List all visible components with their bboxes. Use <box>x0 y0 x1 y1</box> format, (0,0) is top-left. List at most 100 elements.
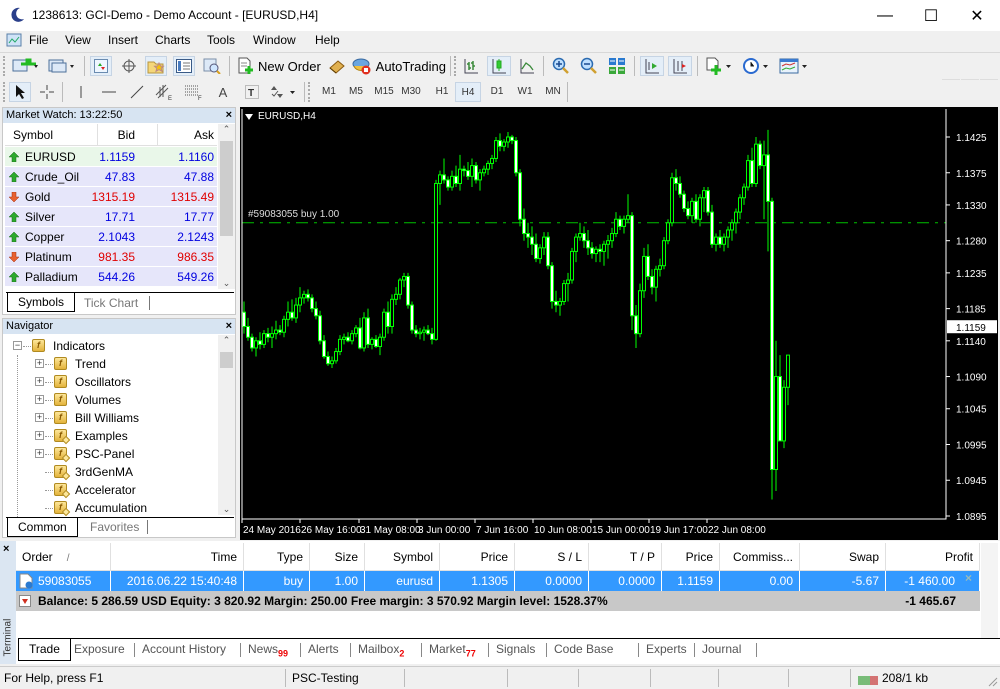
timeframe-h1[interactable]: H1 <box>429 82 455 102</box>
menu-view[interactable]: View <box>65 33 91 47</box>
vertical-line-tool[interactable] <box>70 82 92 102</box>
expand-icon[interactable]: + <box>35 395 44 404</box>
market-watch-row[interactable]: EURUSD 1.1159 1.1160 <box>5 147 217 167</box>
scrollbar-thumb[interactable] <box>220 141 233 236</box>
toolbar-grip[interactable] <box>3 56 6 76</box>
minimize-button[interactable]: — <box>862 0 908 31</box>
timeframe-m5[interactable]: M5 <box>343 82 369 102</box>
terminal-tab-mailbox[interactable]: Mailbox2 <box>354 639 404 659</box>
status-profile[interactable]: PSC-Testing <box>292 671 359 685</box>
chart-menu-triangle-icon[interactable] <box>245 113 253 120</box>
text-tool[interactable]: A <box>212 82 234 102</box>
text-label-tool[interactable]: T <box>241 82 263 102</box>
column-header-price[interactable]: Price <box>440 543 515 571</box>
column-header-time[interactable]: Time <box>111 543 244 571</box>
menu-help[interactable]: Help <box>315 33 340 47</box>
autoscroll-button[interactable] <box>640 56 664 76</box>
tab-favorites[interactable]: Favorites <box>90 520 139 534</box>
terminal-tab-account-history[interactable]: Account History <box>138 639 226 659</box>
terminal-tab-signals[interactable]: Signals <box>492 639 535 659</box>
column-header-profit[interactable]: Profit <box>886 543 980 571</box>
menu-insert[interactable]: Insert <box>108 33 138 47</box>
column-header-size[interactable]: Size <box>310 543 365 571</box>
navigator-item[interactable]: + f Volumes <box>3 391 215 409</box>
market-watch-row[interactable]: Silver 17.71 17.77 <box>5 207 217 227</box>
toolbar-grip[interactable] <box>308 82 311 102</box>
candlestick-chart-button[interactable] <box>487 56 511 76</box>
price-chart[interactable]: 1.1425 1.1375 1.1330 1.1280 1.1235 1.1185 1.11… <box>240 107 998 540</box>
scroll-down-icon[interactable]: ⌄ <box>218 278 235 289</box>
metaeditor-button[interactable] <box>326 56 348 76</box>
scroll-up-icon[interactable]: ⌃ <box>218 335 235 346</box>
cursor-tool[interactable] <box>9 82 31 102</box>
market-watch-row[interactable]: Copper 2.1043 2.1243 <box>5 227 217 247</box>
market-watch-row[interactable]: Platinum 981.35 986.35 <box>5 247 217 267</box>
chart-shift-button[interactable] <box>668 56 692 76</box>
new-chart-button[interactable] <box>10 56 42 76</box>
tab-tick-chart[interactable]: Tick Chart <box>84 296 138 310</box>
autotrading-button[interactable]: AutoTrading <box>352 56 446 76</box>
menu-window[interactable]: Window <box>253 33 296 47</box>
column-header-type[interactable]: Type <box>244 543 310 571</box>
zoom-out-button[interactable] <box>578 56 600 76</box>
zoom-in-button[interactable] <box>550 56 572 76</box>
market-watch-close-icon[interactable]: × <box>226 108 232 123</box>
timeframe-h4[interactable]: H4 <box>455 82 481 102</box>
terminal-close-icon[interactable]: × <box>3 543 9 555</box>
scroll-down-icon[interactable]: ⌄ <box>218 504 235 515</box>
order-line-label[interactable]: #59083055 buy 1.00 <box>248 209 339 220</box>
column-bid[interactable]: Bid <box>118 128 135 142</box>
toolbar-grip[interactable] <box>3 82 6 102</box>
strategy-tester-button[interactable] <box>201 56 223 76</box>
templates-button[interactable] <box>777 56 811 76</box>
terminal-tab-news[interactable]: News99 <box>244 639 288 659</box>
timeframe-mn[interactable]: MN <box>540 82 566 102</box>
navigator-item[interactable]: + f PSC-Panel <box>3 445 215 463</box>
timeframe-d1[interactable]: D1 <box>484 82 510 102</box>
timeframe-m1[interactable]: M1 <box>316 82 342 102</box>
menu-charts[interactable]: Charts <box>155 33 190 47</box>
terminal-tab-journal[interactable]: Journal <box>698 639 741 659</box>
market-watch-row[interactable]: Palladium 544.26 549.26 <box>5 267 217 287</box>
terminal-tab-market[interactable]: Market77 <box>425 639 476 659</box>
navigator-item[interactable]: f Accelerator <box>3 481 215 499</box>
tab-common[interactable]: Common <box>7 518 78 537</box>
terminal-tab-code-base[interactable]: Code Base <box>550 639 613 659</box>
menu-file[interactable]: File <box>29 33 48 47</box>
navigator-item[interactable]: − f Indicators <box>3 337 215 355</box>
line-chart-button[interactable] <box>516 56 538 76</box>
terminal-tab-trade[interactable]: Trade <box>18 639 71 661</box>
indicators-button[interactable] <box>703 56 735 76</box>
terminal-tab-exposure[interactable]: Exposure <box>70 639 125 659</box>
market-watch-row[interactable]: Gold 1315.19 1315.49 <box>5 187 217 207</box>
market-watch-row[interactable]: Crude_Oil 47.83 47.88 <box>5 167 217 187</box>
column-header-order[interactable]: Order / <box>16 543 111 571</box>
market-watch-toggle[interactable] <box>90 56 112 76</box>
column-header-swap[interactable]: Swap <box>800 543 886 571</box>
column-header-symbol[interactable]: Symbol <box>365 543 440 571</box>
navigator-toggle[interactable] <box>145 56 167 76</box>
tab-symbols[interactable]: Symbols <box>7 293 76 312</box>
arrows-tool[interactable] <box>267 82 299 102</box>
crosshair-tool[interactable] <box>36 82 58 102</box>
fibonacci-tool[interactable]: F <box>181 82 205 102</box>
navigator-item[interactable]: f Accumulation <box>3 499 215 517</box>
terminal-tab-experts[interactable]: Experts <box>642 639 687 659</box>
equidistant-channel-tool[interactable]: E <box>152 82 176 102</box>
close-order-icon[interactable]: × <box>965 571 972 585</box>
horizontal-line-tool[interactable] <box>98 82 120 102</box>
column-header-tp[interactable]: T / P <box>589 543 662 571</box>
column-header-sl[interactable]: S / L <box>515 543 589 571</box>
resize-grip-icon[interactable] <box>988 677 998 687</box>
timeframe-w1[interactable]: W1 <box>512 82 538 102</box>
column-ask[interactable]: Ask <box>194 128 214 142</box>
toolbar-grip[interactable] <box>454 56 457 76</box>
column-symbol[interactable]: Symbol <box>13 128 53 142</box>
scroll-up-icon[interactable]: ⌃ <box>218 124 235 135</box>
column-header-commission[interactable]: Commiss... <box>720 543 800 571</box>
market-watch-scrollbar[interactable]: ⌃ ⌄ <box>218 124 235 289</box>
expand-icon[interactable]: + <box>35 377 44 386</box>
new-order-button[interactable]: New Order <box>236 56 324 76</box>
expand-icon[interactable]: + <box>35 431 44 440</box>
timeframe-m30[interactable]: M30 <box>398 82 424 102</box>
